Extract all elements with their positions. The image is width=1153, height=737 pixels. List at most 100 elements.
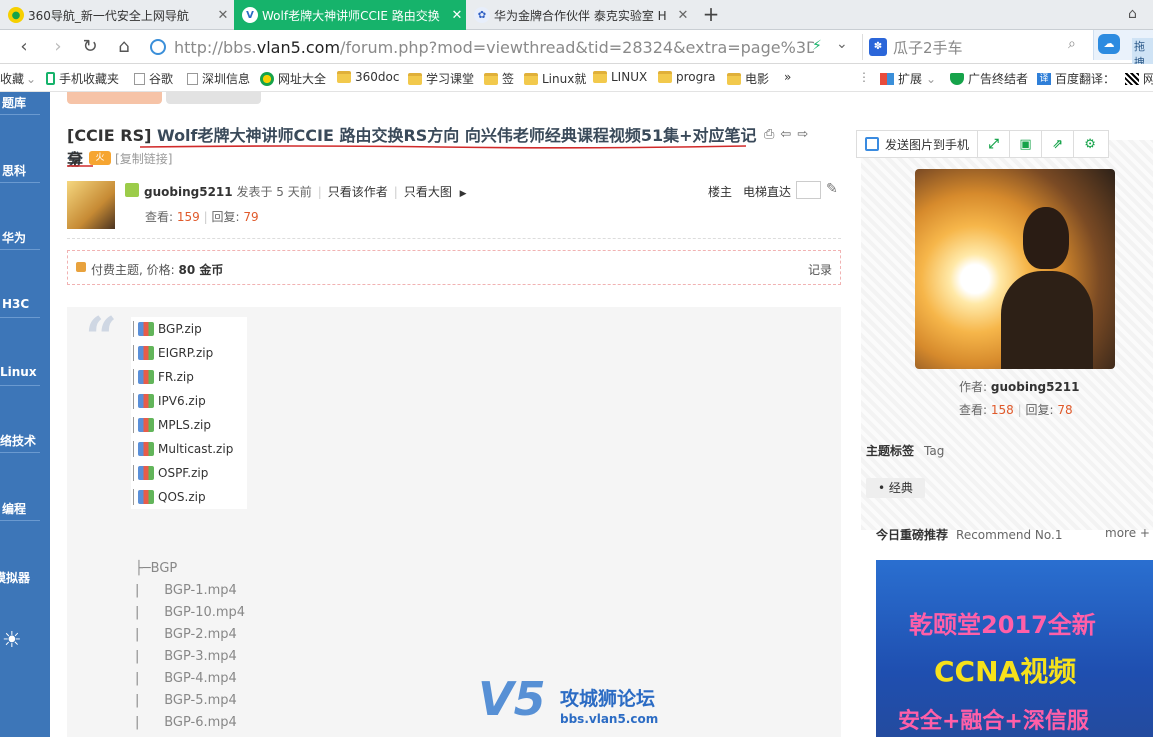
- tab-label: Wolf老牌大神讲师CCIE 路由交换: [262, 8, 440, 23]
- bookmark-favorites[interactable]: 收藏 ⌄: [0, 70, 36, 87]
- lightbulb-icon: ☀: [2, 628, 22, 653]
- tab-huawei[interactable]: ✿ 华为金牌合作伙伴 泰克实验室 H ✕: [466, 0, 692, 30]
- fullscreen-icon[interactable]: ⤢: [978, 131, 1011, 157]
- author-info: 作者: guobing5211: [959, 380, 1080, 394]
- new-tab-button[interactable]: +: [700, 3, 722, 25]
- banner-line-1: 乾颐堂2017全新: [909, 611, 1096, 639]
- list-item[interactable]: IPV6.zip: [133, 391, 206, 411]
- list-item[interactable]: OSPF.zip: [133, 463, 208, 483]
- search-input[interactable]: ✽ 瓜子2手车: [862, 34, 1092, 60]
- only-author-link[interactable]: 只看该作者: [328, 185, 388, 199]
- archive-icon: [138, 370, 154, 384]
- print-icon[interactable]: ⎙: [764, 127, 780, 142]
- sidebar-item-network-tech[interactable]: 网络技术: [0, 432, 50, 449]
- url-bar[interactable]: http://bbs.vlan5.com/forum.php?mod=viewt…: [144, 34, 828, 60]
- recommend-banner[interactable]: 乾颐堂2017全新 CCNA视频 安全+融合+深信服: [876, 560, 1153, 737]
- sidebar-item-simulator[interactable]: 模拟器: [0, 569, 50, 586]
- home-icon[interactable]: ⌂: [112, 35, 136, 59]
- prev-thread-icon[interactable]: ⇦: [780, 127, 797, 142]
- paid-thread-notice: 付费主题, 价格: 80 金币 记录: [67, 250, 841, 285]
- bookmark-sign[interactable]: 签: [484, 70, 514, 87]
- qr-extension[interactable]: 网: [1125, 70, 1153, 87]
- list-item[interactable]: BGP.zip: [133, 319, 202, 339]
- chevron-down-icon: ⌄: [926, 71, 937, 86]
- close-icon[interactable]: ✕: [448, 8, 466, 23]
- forward-icon[interactable]: ›: [46, 35, 70, 59]
- thread-category[interactable]: [CCIE RS]: [67, 126, 151, 145]
- tag-chip[interactable]: • 经典: [866, 478, 925, 498]
- author-name[interactable]: guobing5211: [144, 185, 233, 199]
- bookmark-movies[interactable]: 电影: [727, 70, 769, 87]
- search-icon[interactable]: ⌕: [1068, 36, 1076, 52]
- next-thread-icon[interactable]: ⇨: [797, 127, 814, 142]
- bookmarks-overflow[interactable]: »: [784, 70, 791, 84]
- view-count: 158: [990, 403, 1014, 417]
- divider: [0, 452, 40, 453]
- bookmark-linux[interactable]: LINUX: [593, 70, 647, 84]
- save-icon[interactable]: ▣: [1010, 131, 1043, 157]
- divider: [0, 114, 40, 115]
- close-icon[interactable]: ✕: [214, 8, 232, 23]
- new-post-button[interactable]: [166, 92, 261, 104]
- chevron-down-icon: ⌄: [26, 71, 37, 86]
- bookmark-mobile[interactable]: 手机收藏夹: [46, 70, 119, 87]
- sidebar-item-linux[interactable]: Linux: [0, 365, 50, 379]
- paid-text: 付费主题, 价格: 80 金币: [91, 263, 224, 277]
- only-big-image-link[interactable]: 只看大图: [404, 185, 452, 199]
- post-content: “ BGP.zip EIGRP.zip FR.zip IPV6.zip MPLS…: [67, 305, 841, 737]
- settings-icon[interactable]: ⚙: [1074, 131, 1106, 157]
- sidebar-item-programming[interactable]: 编程: [2, 500, 52, 517]
- sidebar-item-cisco[interactable]: 思科: [2, 162, 52, 179]
- send-to-phone-button[interactable]: 发送图片到手机: [857, 131, 979, 157]
- share-icon[interactable]: ⇗: [1042, 131, 1075, 157]
- menu-dots-icon[interactable]: ⋮: [858, 70, 870, 84]
- list-item[interactable]: QOS.zip: [133, 487, 206, 507]
- bookmark-programming[interactable]: progra: [658, 70, 716, 84]
- divider: [0, 385, 40, 386]
- archive-icon: [138, 346, 154, 360]
- tab-360-nav[interactable]: ● 360导航_新一代安全上网导航 ✕: [0, 0, 232, 30]
- bookmark-360doc[interactable]: 360doc: [337, 70, 399, 84]
- bookmark-study[interactable]: 学习课堂: [408, 70, 474, 87]
- separator: |: [203, 210, 208, 224]
- folder-icon: [727, 72, 741, 85]
- extensions-menu[interactable]: 扩展 ⌄: [880, 70, 936, 87]
- adblock-extension[interactable]: 广告终结者: [950, 70, 1028, 87]
- banner-line-2: CCNA视频: [934, 655, 1077, 688]
- baidu-translate-extension[interactable]: 译百度翻译：: [1037, 70, 1115, 87]
- list-item[interactable]: Multicast.zip: [133, 439, 233, 459]
- shirt-icon[interactable]: ⌂: [1128, 6, 1137, 22]
- list-item[interactable]: MPLS.zip: [133, 415, 211, 435]
- reply-button[interactable]: [67, 92, 162, 104]
- list-item[interactable]: EIGRP.zip: [133, 343, 213, 363]
- close-icon[interactable]: ✕: [674, 8, 692, 23]
- lightning-icon[interactable]: ⚡: [812, 38, 822, 54]
- bookmark-linux-job[interactable]: Linux就: [524, 70, 586, 87]
- bookmark-url-directory[interactable]: 网址大全: [260, 70, 326, 87]
- back-icon[interactable]: ‹: [12, 35, 36, 59]
- bookmark-google[interactable]: 谷歌: [134, 70, 173, 87]
- tab-current-thread[interactable]: V Wolf老牌大神讲师CCIE 路由交换 ✕: [234, 0, 466, 30]
- cloud-drag-button[interactable]: ☁ 拖拽: [1093, 30, 1153, 70]
- more-link[interactable]: more +: [1105, 526, 1150, 540]
- list-item[interactable]: FR.zip: [133, 367, 194, 387]
- sidebar-item-question-bank[interactable]: 题库: [2, 94, 52, 111]
- chevron-down-icon[interactable]: ⌄: [836, 36, 848, 52]
- refresh-icon[interactable]: ↻: [78, 35, 102, 59]
- avatar[interactable]: [67, 181, 115, 229]
- purchase-log-link[interactable]: 记录: [808, 261, 832, 278]
- floor-jump-input[interactable]: [796, 181, 821, 199]
- author-name[interactable]: guobing5211: [991, 380, 1080, 394]
- url-text[interactable]: http://bbs.vlan5.com/forum.php?mod=viewt…: [174, 38, 814, 57]
- baidu-paw-icon: ✽: [869, 38, 887, 56]
- author-avatar-large[interactable]: [915, 169, 1115, 369]
- wrench-icon[interactable]: ✎: [826, 181, 838, 197]
- folder-icon: [484, 72, 498, 85]
- folder-icon: [593, 71, 607, 83]
- copy-link[interactable]: [复制链接]: [115, 150, 172, 167]
- bookmark-shenzhen-info[interactable]: 深圳信息: [187, 70, 250, 87]
- sidebar-item-h3c[interactable]: H3C: [2, 297, 52, 311]
- sidebar-item-huawei[interactable]: 华为: [2, 229, 52, 246]
- search-text: 瓜子2手车: [893, 38, 963, 57]
- author-sidebar: 作者: guobing5211 查看: 158 | 回复: 78 主题标签 Tag…: [856, 130, 1153, 737]
